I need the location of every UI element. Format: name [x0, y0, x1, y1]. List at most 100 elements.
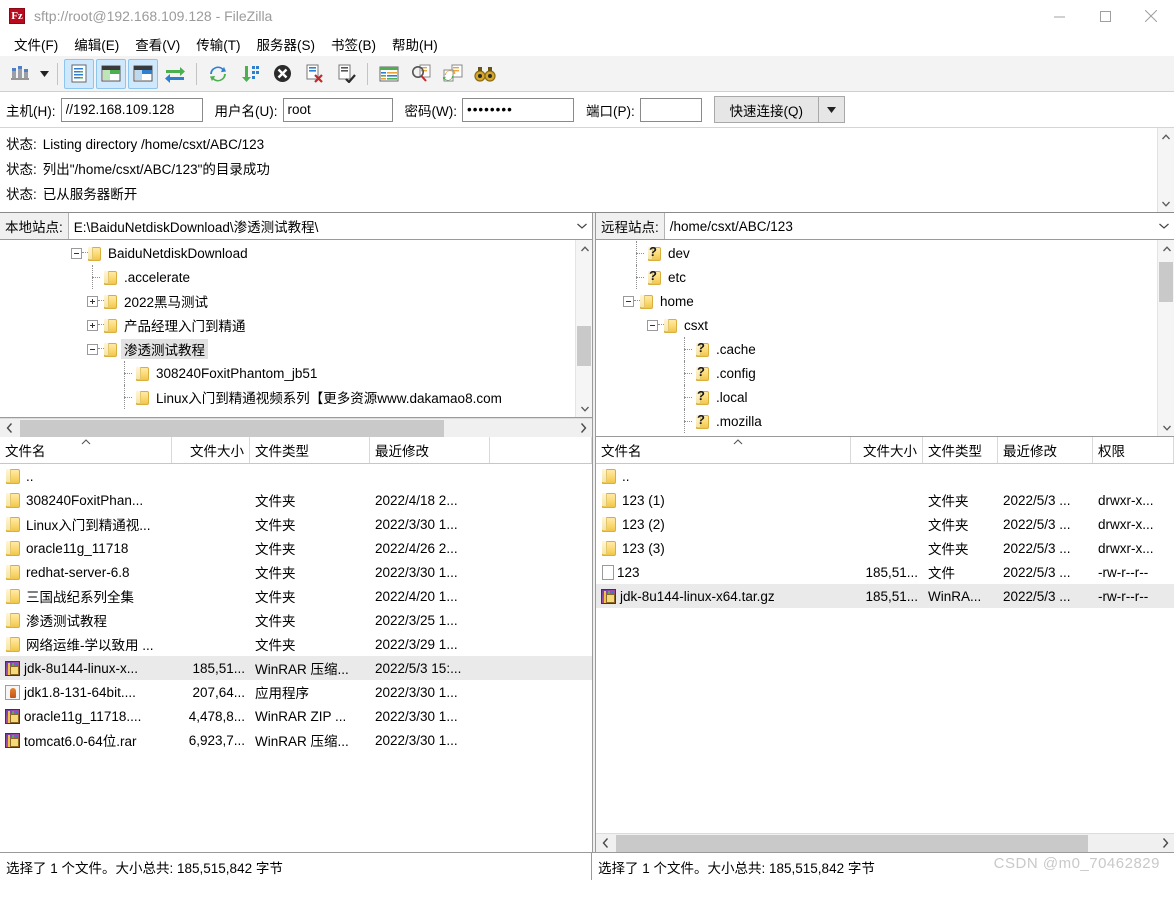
tree-expander[interactable] — [84, 337, 104, 361]
menu-item-view[interactable]: 查看(V) — [127, 32, 188, 56]
column-header-modified[interactable]: 最近修改 — [998, 437, 1093, 463]
compare-directories-icon[interactable] — [406, 59, 436, 89]
password-input[interactable] — [461, 97, 574, 122]
remote-list-horizontal-scrollbar[interactable] — [596, 833, 1174, 852]
menu-item-transfer[interactable]: 传输(T) — [188, 32, 248, 56]
scroll-thumb[interactable] — [616, 834, 1088, 852]
table-row[interactable]: oracle11g_11718.... 4,478,8... WinRAR ZI… — [0, 704, 592, 728]
toggle-local-tree-icon[interactable] — [96, 58, 126, 89]
toggle-remote-tree-icon[interactable] — [128, 58, 158, 89]
site-manager-dropdown-icon[interactable] — [36, 59, 52, 89]
tree-node[interactable]: 308240FoxitPhantom_jb51 — [0, 361, 575, 385]
column-header-name[interactable]: 文件名 — [596, 437, 851, 463]
tree-expander[interactable] — [620, 289, 640, 313]
local-site-path[interactable]: E:\BaiduNetdiskDownload\渗透测试教程\ — [68, 213, 572, 239]
menu-item-server[interactable]: 服务器(S) — [249, 32, 324, 56]
table-row[interactable]: 123 (1) 文件夹 2022/5/3 ... drwxr-x... — [596, 488, 1174, 512]
scroll-up-icon[interactable] — [1158, 240, 1174, 257]
minimize-button[interactable] — [1036, 0, 1082, 32]
scroll-down-icon[interactable] — [1158, 419, 1174, 436]
tree-node[interactable]: 2022黑马测试 — [0, 289, 575, 313]
tree-node[interactable]: BaiduNetdiskDownload — [0, 241, 575, 265]
column-header-permissions[interactable]: 权限 — [1093, 437, 1174, 463]
tree-node[interactable]: ? .cache — [596, 337, 1157, 361]
column-header-modified[interactable]: 最近修改 — [370, 437, 490, 463]
menu-item-file[interactable]: 文件(F) — [6, 32, 66, 56]
table-row[interactable]: 123 185,51... 文件 2022/5/3 ... -rw-r--r-- — [596, 560, 1174, 584]
toggle-transfer-queue-icon[interactable] — [160, 59, 190, 89]
scroll-up-icon[interactable] — [1158, 128, 1174, 145]
tree-expander[interactable] — [644, 313, 664, 337]
tree-node[interactable]: ? .config — [596, 361, 1157, 385]
port-input[interactable] — [639, 97, 702, 122]
table-row[interactable]: 123 (3) 文件夹 2022/5/3 ... drwxr-x... — [596, 536, 1174, 560]
remote-site-dropdown-icon[interactable] — [1154, 213, 1174, 239]
table-row[interactable]: 三国战纪系列全集 文件夹 2022/4/20 1... — [0, 584, 592, 608]
table-row[interactable]: 123 (2) 文件夹 2022/5/3 ... drwxr-x... — [596, 512, 1174, 536]
site-manager-icon[interactable] — [5, 59, 35, 89]
scroll-down-icon[interactable] — [1158, 195, 1174, 212]
scroll-thumb[interactable] — [20, 419, 444, 437]
scroll-down-icon[interactable] — [576, 400, 592, 417]
table-row[interactable]: redhat-server-6.8 文件夹 2022/3/30 1... — [0, 560, 592, 584]
quick-connect-button[interactable]: 快速连接(Q) — [713, 96, 819, 123]
table-row[interactable]: jdk1.8-131-64bit.... 207,64... 应用程序 2022… — [0, 680, 592, 704]
host-input[interactable] — [60, 97, 203, 122]
table-row[interactable]: tomcat6.0-64位.rar 6,923,7... WinRAR 压缩..… — [0, 728, 592, 752]
search-remote-files-icon[interactable] — [470, 59, 500, 89]
quick-connect-dropdown-icon[interactable] — [818, 96, 845, 123]
local-directory-tree[interactable]: BaiduNetdiskDownload .accelerate 2022黑马测… — [0, 240, 592, 418]
close-button[interactable] — [1128, 0, 1174, 32]
table-row[interactable]: 308240FoxitPhan... 文件夹 2022/4/18 2... — [0, 488, 592, 512]
scroll-thumb[interactable] — [1159, 262, 1173, 302]
menu-item-bookmarks[interactable]: 书签(B) — [323, 32, 384, 56]
remote-site-path[interactable]: /home/csxt/ABC/123 — [664, 213, 1154, 239]
table-row-selected[interactable]: jdk-8u144-linux-x... 185,51... WinRAR 压缩… — [0, 656, 592, 680]
synchronized-browsing-icon[interactable] — [438, 59, 468, 89]
tree-node[interactable]: ? etc — [596, 265, 1157, 289]
local-file-list[interactable]: .. 308240FoxitPhan... 文件夹 2022/4/18 2...… — [0, 464, 592, 852]
column-header-type[interactable]: 文件类型 — [250, 437, 370, 463]
table-row[interactable]: 网络运维-学以致用 ... 文件夹 2022/3/29 1... — [0, 632, 592, 656]
scroll-track[interactable] — [614, 834, 1156, 852]
column-header-size[interactable]: 文件大小 — [172, 437, 250, 463]
tree-node-selected[interactable]: 渗透测试教程 — [0, 337, 575, 361]
tree-node[interactable]: Linux入门到精通视频系列【更多资源www.dakamao8.com — [0, 385, 575, 409]
scroll-left-icon[interactable] — [596, 835, 614, 852]
reconnect-icon[interactable] — [331, 59, 361, 89]
cancel-operation-icon[interactable] — [267, 59, 297, 89]
toggle-message-log-icon[interactable] — [64, 58, 94, 89]
local-site-dropdown-icon[interactable] — [572, 213, 592, 239]
tree-node[interactable]: .accelerate — [0, 265, 575, 289]
scroll-thumb[interactable] — [577, 326, 591, 366]
scroll-right-icon[interactable] — [574, 420, 592, 437]
remote-tree-vertical-scrollbar[interactable] — [1157, 240, 1174, 436]
tree-node[interactable]: 产品经理入门到精通 — [0, 313, 575, 337]
scroll-track[interactable] — [18, 419, 574, 437]
remote-directory-tree[interactable]: ? dev ? etc home csxt ? .cache ? .config… — [596, 240, 1174, 437]
tree-expander[interactable] — [68, 241, 88, 265]
tree-node[interactable]: ? dev — [596, 241, 1157, 265]
tree-expander[interactable] — [84, 289, 104, 313]
scroll-right-icon[interactable] — [1156, 835, 1174, 852]
local-tree-vertical-scrollbar[interactable] — [575, 240, 592, 417]
table-row[interactable]: Linux入门到精通视... 文件夹 2022/3/30 1... — [0, 512, 592, 536]
column-header-name[interactable]: 文件名 — [0, 437, 172, 463]
scroll-up-icon[interactable] — [576, 240, 592, 257]
remote-file-list[interactable]: .. 123 (1) 文件夹 2022/5/3 ... drwxr-x... 1… — [596, 464, 1174, 833]
local-tree-horizontal-scrollbar[interactable] — [0, 418, 592, 437]
table-row[interactable]: 渗透测试教程 文件夹 2022/3/25 1... — [0, 608, 592, 632]
disconnect-icon[interactable] — [299, 59, 329, 89]
tree-node[interactable]: ? .mozilla — [596, 409, 1157, 433]
menu-item-edit[interactable]: 编辑(E) — [66, 32, 127, 56]
scroll-left-icon[interactable] — [0, 420, 18, 437]
table-row[interactable]: .. — [0, 464, 592, 488]
filter-icon[interactable] — [374, 59, 404, 89]
refresh-icon[interactable] — [203, 59, 233, 89]
tree-expander[interactable] — [84, 313, 104, 337]
tree-node[interactable]: ? .local — [596, 385, 1157, 409]
table-row[interactable]: oracle11g_11718 文件夹 2022/4/26 2... — [0, 536, 592, 560]
column-header-size[interactable]: 文件大小 — [851, 437, 923, 463]
process-queue-icon[interactable] — [235, 59, 265, 89]
maximize-button[interactable] — [1082, 0, 1128, 32]
